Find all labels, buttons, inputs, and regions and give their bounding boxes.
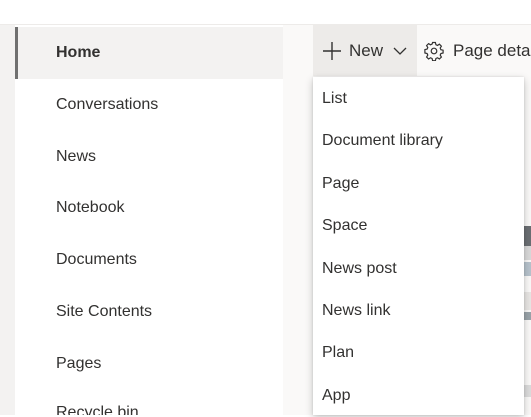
page-details-button[interactable]: Page detai: [424, 25, 531, 76]
menu-item-label: Page: [322, 175, 360, 192]
page-thumbnail: [524, 226, 531, 246]
left-navigation: Home Conversations News Notebook Documen…: [15, 25, 283, 415]
nav-item-label: Site Contents: [56, 303, 153, 320]
page-thumbnail: [524, 246, 531, 260]
menu-item-label: News post: [322, 260, 397, 277]
menu-item-plan[interactable]: Plan: [313, 332, 524, 374]
nav-item-documents[interactable]: Documents: [15, 234, 283, 286]
page-thumbnail: [524, 385, 531, 397]
nav-item-label: Documents: [56, 251, 137, 268]
suite-bar: [0, 0, 531, 25]
command-bar: New Page detai: [283, 25, 531, 76]
menu-item-document-library[interactable]: Document library: [313, 120, 524, 162]
nav-item-label: Home: [56, 44, 101, 61]
app-bar-strip: [0, 25, 15, 415]
chevron-down-icon: [393, 44, 407, 58]
menu-item-label: App: [322, 387, 351, 404]
gear-icon: [424, 41, 444, 61]
nav-item-label: Recycle bin: [56, 404, 139, 415]
nav-item-home[interactable]: Home: [15, 27, 283, 79]
menu-item-space[interactable]: Space: [313, 205, 524, 247]
nav-item-pages[interactable]: Pages: [15, 338, 283, 390]
nav-item-label: Pages: [56, 355, 102, 372]
plus-icon: [321, 40, 343, 62]
nav-item-label: News: [56, 148, 97, 165]
nav-item-news[interactable]: News: [15, 131, 283, 183]
new-button-label: New: [349, 40, 384, 60]
nav-item-site-contents[interactable]: Site Contents: [15, 286, 283, 338]
menu-item-label: Document library: [322, 132, 443, 149]
nav-item-label: Notebook: [56, 199, 125, 216]
nav-item-label: Conversations: [56, 96, 159, 113]
page-thumbnail: [524, 292, 531, 310]
menu-item-label: List: [322, 90, 347, 107]
menu-item-label: Plan: [322, 344, 355, 361]
page-thumbnail: [524, 312, 531, 320]
nav-item-conversations[interactable]: Conversations: [15, 79, 283, 131]
menu-item-app[interactable]: App: [313, 375, 524, 417]
new-dropdown-menu: List Document library Page Space News po…: [313, 77, 524, 415]
page-details-label: Page detai: [453, 40, 531, 60]
menu-item-news-post[interactable]: News post: [313, 248, 524, 290]
menu-item-page[interactable]: Page: [313, 163, 524, 205]
menu-item-news-link[interactable]: News link: [313, 290, 524, 332]
nav-item-recycle-bin[interactable]: Recycle bin: [15, 404, 283, 415]
nav-item-notebook[interactable]: Notebook: [15, 182, 283, 234]
new-button[interactable]: New: [313, 25, 417, 76]
page-thumbnail: [524, 262, 531, 276]
menu-item-label: News link: [322, 302, 391, 319]
menu-item-label: Space: [322, 217, 368, 234]
menu-item-list[interactable]: List: [313, 78, 524, 120]
